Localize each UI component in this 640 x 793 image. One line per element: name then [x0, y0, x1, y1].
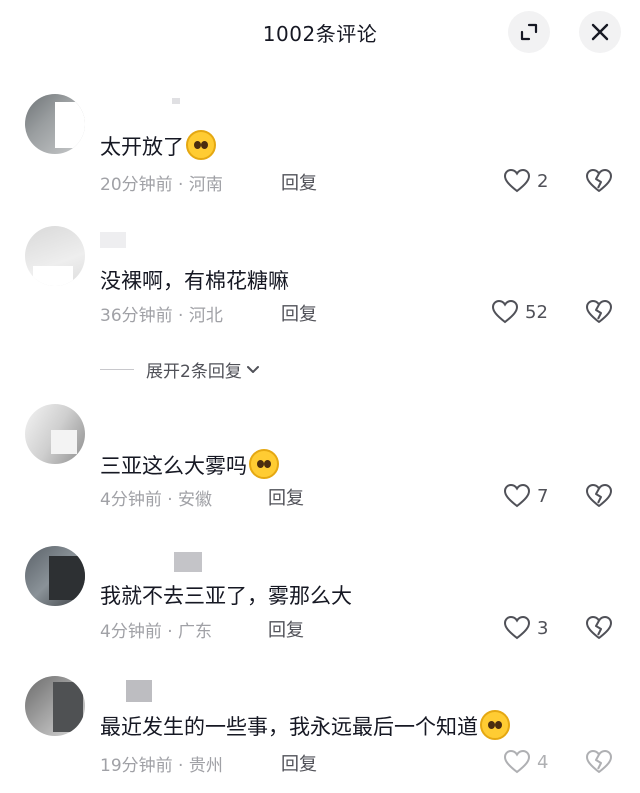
- heart-icon: [491, 299, 519, 324]
- broken-heart-icon: [586, 300, 612, 323]
- comment-text: 我就不去三亚了，雾那么大: [100, 580, 352, 610]
- broken-heart-icon: [586, 169, 612, 192]
- reply-button[interactable]: 回复: [281, 300, 317, 326]
- avatar[interactable]: [25, 94, 85, 154]
- avatar[interactable]: [25, 546, 85, 606]
- comment-text-content: 没裸啊，有棉花糖嘛: [100, 269, 289, 293]
- dislike-button[interactable]: [585, 168, 613, 198]
- comment-text: 太开放了: [100, 130, 216, 161]
- broken-heart-icon: [586, 616, 612, 639]
- broken-heart-icon: [586, 484, 612, 507]
- close-button[interactable]: [579, 11, 621, 53]
- comment-text: 没裸啊，有棉花糖嘛: [100, 265, 289, 295]
- comment-text-content: 三亚这么大雾吗: [100, 454, 247, 478]
- avatar-mosaic: [53, 682, 83, 732]
- dislike-button[interactable]: [585, 299, 613, 329]
- dislike-button[interactable]: [585, 615, 613, 645]
- like-count: 3: [537, 617, 549, 639]
- pleading-face-emoji: [186, 130, 216, 160]
- divider-line: [100, 369, 134, 370]
- like-button[interactable]: 4: [503, 749, 548, 775]
- comment-meta: 4分钟前 · 安徽: [100, 490, 213, 510]
- username-mosaic: [100, 232, 126, 248]
- reply-button[interactable]: 回复: [281, 169, 317, 195]
- expand-replies-label: 展开2条回复: [146, 362, 242, 382]
- like-button[interactable]: 3: [503, 615, 548, 641]
- avatar[interactable]: [25, 676, 85, 736]
- username-mosaic: [126, 680, 152, 702]
- username-mosaic: [174, 552, 202, 572]
- comment-text: 三亚这么大雾吗: [100, 449, 279, 480]
- expand-corners-icon: [520, 23, 538, 41]
- reply-button[interactable]: 回复: [268, 484, 304, 510]
- like-count: 52: [525, 301, 548, 323]
- like-count: 7: [537, 485, 549, 507]
- comment-meta: 36分钟前 · 河北: [100, 306, 223, 326]
- comment-text-content: 我就不去三亚了，雾那么大: [100, 584, 352, 608]
- comment-text-content: 太开放了: [100, 135, 184, 159]
- avatar[interactable]: [25, 226, 85, 286]
- comment-text: 最近发生的一些事，我永远最后一个知道: [100, 710, 510, 741]
- comment-meta: 20分钟前 · 河南: [100, 175, 223, 195]
- comment-text-content: 最近发生的一些事，我永远最后一个知道: [100, 715, 478, 739]
- like-count: 2: [537, 170, 549, 192]
- avatar-mosaic: [33, 266, 73, 286]
- comment-meta: 4分钟前 · 广东: [100, 622, 213, 642]
- expand-button[interactable]: [508, 11, 550, 53]
- broken-heart-icon: [586, 750, 612, 773]
- flushed-face-emoji: [249, 449, 279, 479]
- like-button[interactable]: 7: [503, 483, 548, 509]
- chevron-down-icon: [246, 365, 259, 373]
- like-count: 4: [537, 751, 549, 773]
- avatar[interactable]: [25, 404, 85, 464]
- avatar-mosaic: [55, 102, 85, 148]
- expand-replies-button[interactable]: 展开2条回复: [100, 357, 260, 382]
- crying-face-emoji: [480, 710, 510, 740]
- dislike-button[interactable]: [585, 749, 613, 779]
- heart-icon: [503, 168, 531, 193]
- comment-meta: 19分钟前 · 贵州: [100, 756, 223, 776]
- reply-button[interactable]: 回复: [268, 616, 304, 642]
- reply-button[interactable]: 回复: [281, 750, 317, 776]
- avatar-mosaic: [49, 556, 85, 600]
- close-icon: [591, 23, 609, 41]
- heart-icon: [503, 749, 531, 774]
- heart-icon: [503, 483, 531, 508]
- like-button[interactable]: 2: [503, 168, 548, 194]
- avatar-mosaic: [51, 430, 77, 454]
- heart-icon: [503, 615, 531, 640]
- username-mosaic: [172, 98, 180, 104]
- comments-header: 1002条评论: [0, 0, 640, 66]
- dislike-button[interactable]: [585, 483, 613, 513]
- like-button[interactable]: 52: [491, 299, 548, 325]
